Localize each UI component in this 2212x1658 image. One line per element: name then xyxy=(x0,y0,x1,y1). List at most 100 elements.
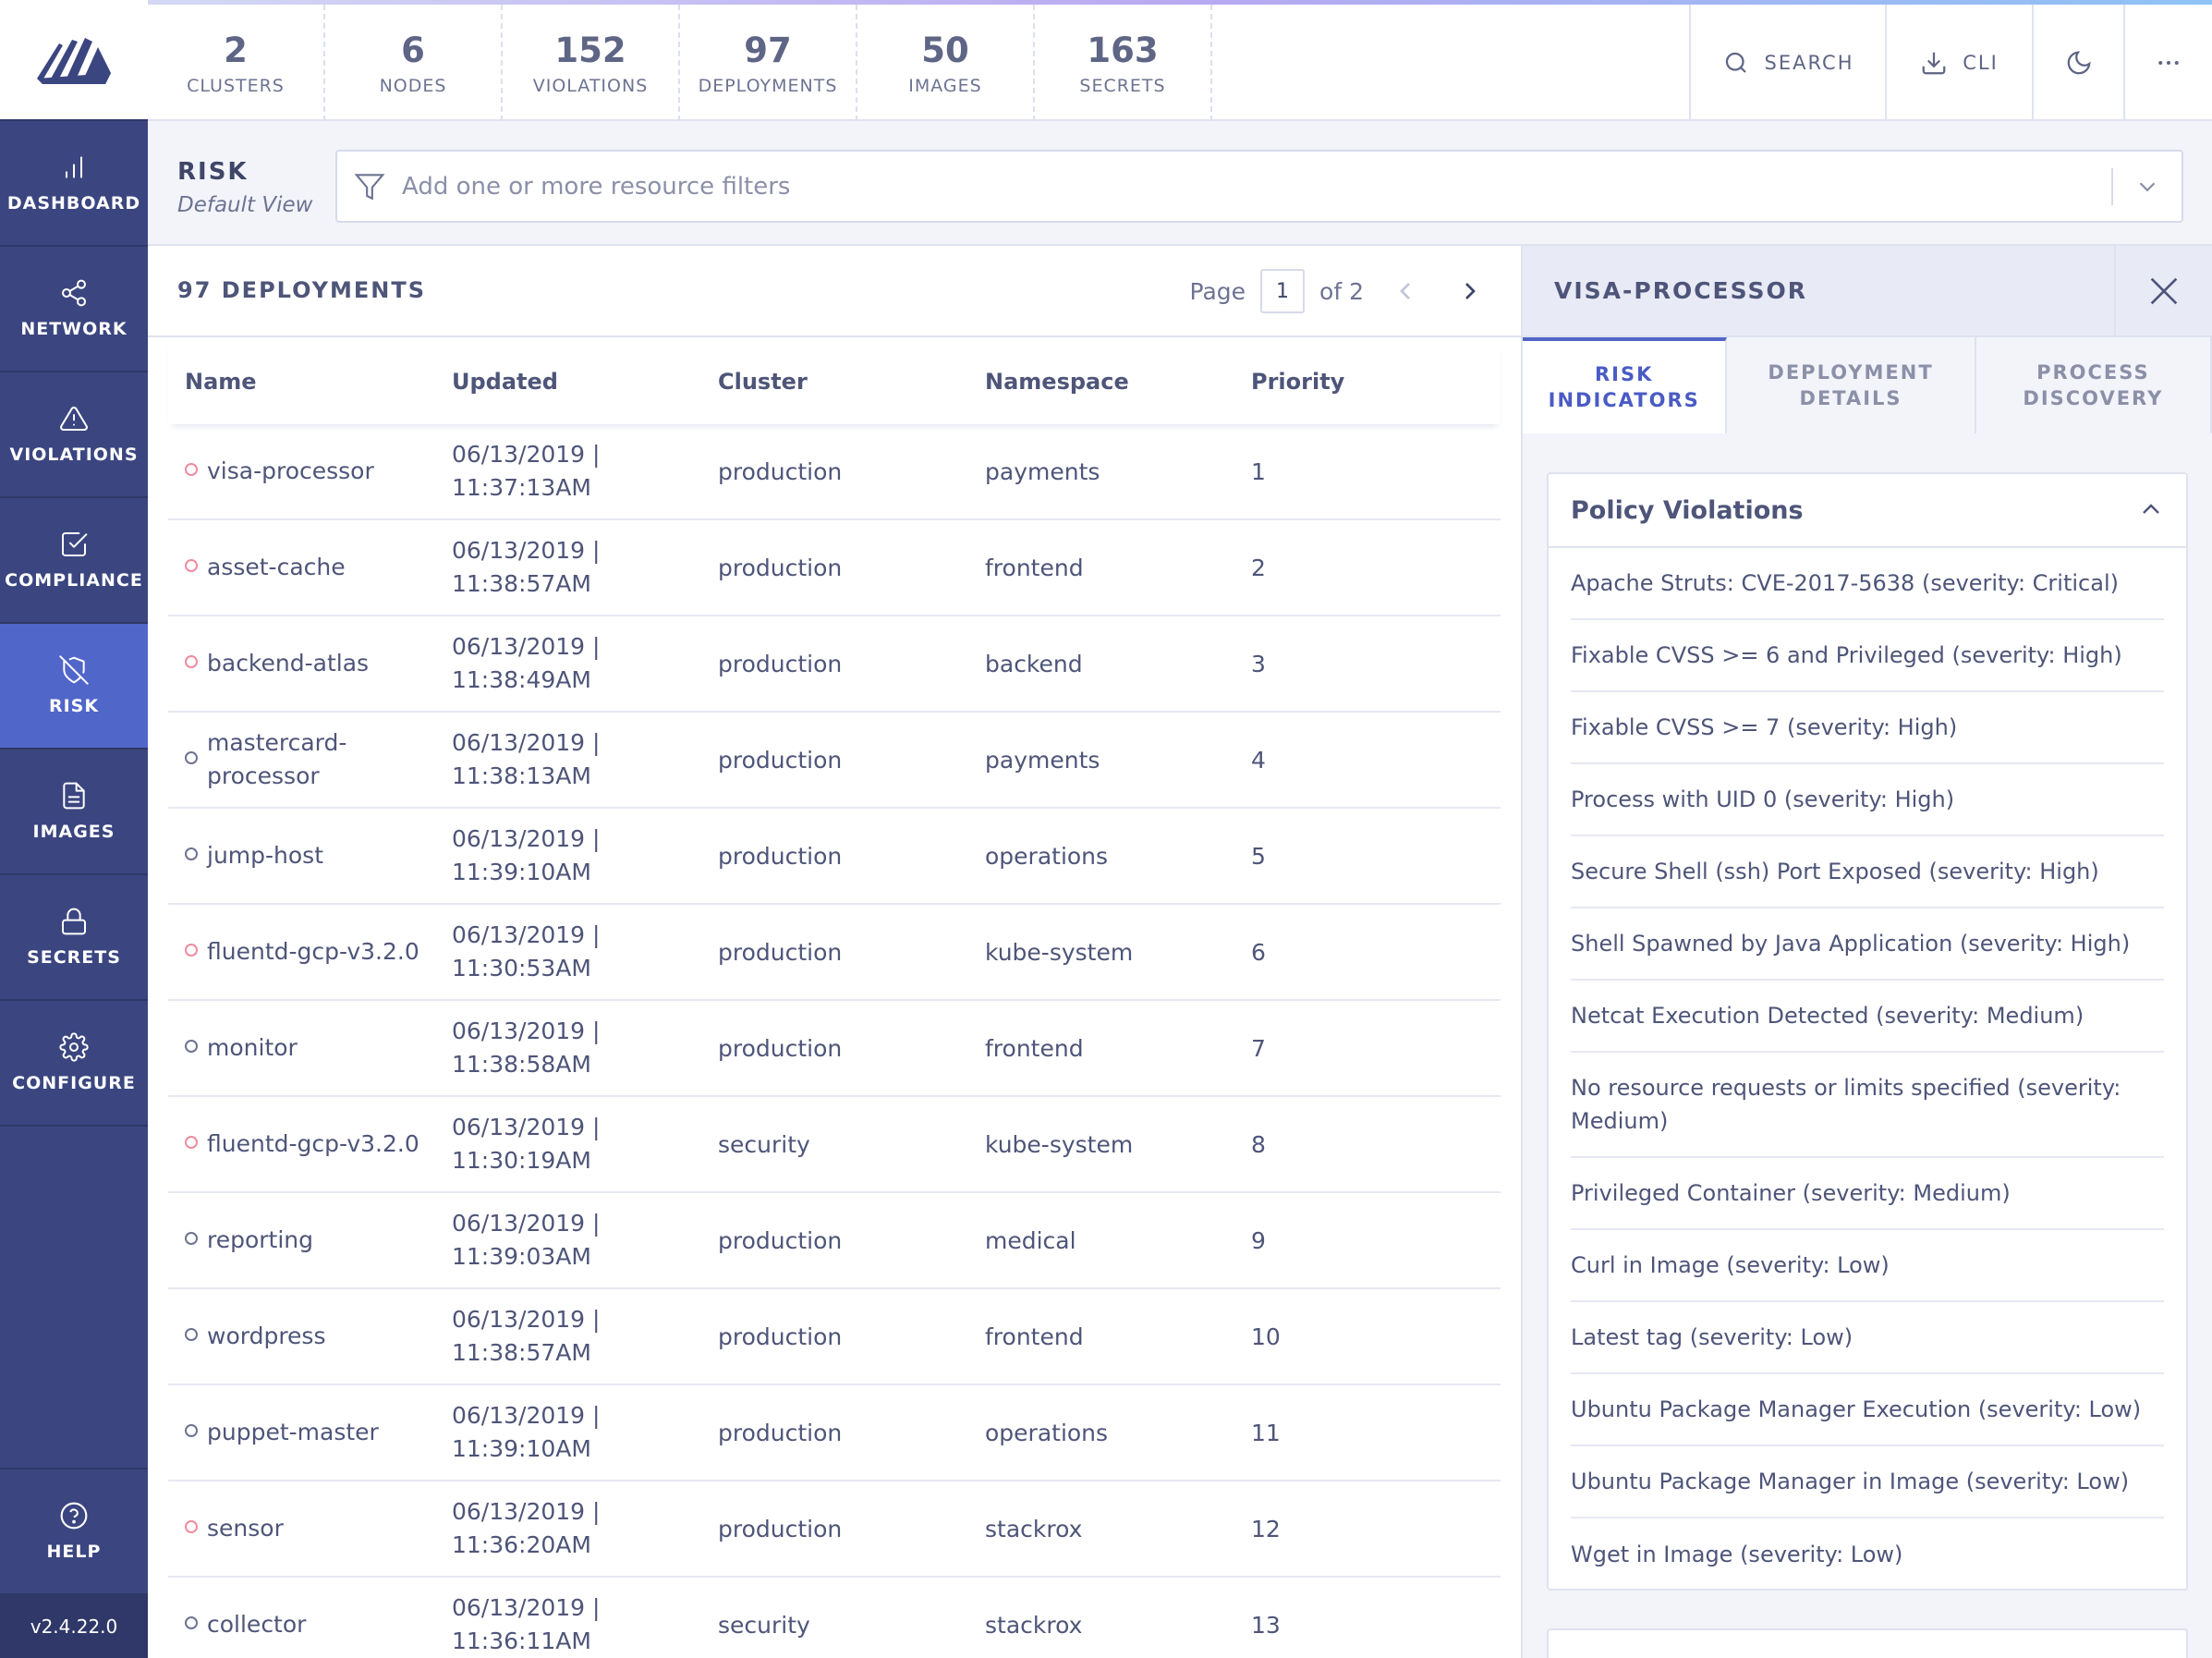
table-row[interactable]: backend-atlas 06/13/2019 | 11:38:49AM produ… xyxy=(168,616,1501,713)
nav-item-label: NETWORK xyxy=(20,319,128,339)
resource-filter[interactable] xyxy=(335,150,2183,223)
tab-label-line: DISCOVERY xyxy=(2023,387,2164,409)
nav-item-network[interactable]: NETWORK xyxy=(0,247,148,372)
nav-item-dashboard[interactable]: DASHBOARD xyxy=(0,121,148,247)
updated-date: 06/13/2019 | xyxy=(452,1210,601,1237)
logo[interactable] xyxy=(0,0,148,121)
deployment-side-panel: VISA-PROCESSOR RISK INDICATORS DEPLOYMENT… xyxy=(1521,246,2212,1658)
risk-indicator-dot xyxy=(185,1136,198,1149)
cli-download-button[interactable]: CLI xyxy=(1885,5,2032,121)
column-header-cluster[interactable]: Cluster xyxy=(718,369,808,395)
column-header-namespace[interactable]: Namespace xyxy=(985,369,1129,395)
cell-updated: 06/13/2019 | 11:38:13AM xyxy=(452,713,692,807)
cell-cluster: production xyxy=(718,1226,843,1254)
cell-updated: 06/13/2019 | 11:38:49AM xyxy=(452,616,692,711)
deployments-table-body: visa-processor 06/13/2019 | 11:37:13AM prod… xyxy=(148,424,1521,1658)
summary-count: 50 xyxy=(921,30,969,70)
updated-time: 11:36:11AM xyxy=(452,1628,591,1654)
summary-tile-images[interactable]: 50 IMAGES xyxy=(857,5,1035,121)
column-header-priority[interactable]: Priority xyxy=(1251,369,1344,395)
table-row[interactable]: collector 06/13/2019 | 11:36:11AM security s… xyxy=(168,1578,1501,1658)
nav-item-label: HELP xyxy=(46,1542,102,1562)
table-row[interactable]: mastercard-processor 06/13/2019 | 11:38:13… xyxy=(168,713,1501,809)
nav-item-compliance[interactable]: COMPLIANCE xyxy=(0,498,148,624)
table-row[interactable]: puppet-master 06/13/2019 | 11:39:10AM produ… xyxy=(168,1385,1501,1481)
resource-filter-input[interactable] xyxy=(402,172,2111,201)
nav-item-configure[interactable]: CONFIGURE xyxy=(0,1001,148,1127)
side-panel-title: VISA-PROCESSOR xyxy=(1554,277,1808,304)
table-row[interactable]: wordpress 06/13/2019 | 11:38:57AM productio… xyxy=(168,1289,1501,1385)
summary-tile-deployments[interactable]: 97 DEPLOYMENTS xyxy=(680,5,857,121)
summary-tile-nodes[interactable]: 6 NODES xyxy=(325,5,503,121)
risk-indicator-dot xyxy=(185,751,198,764)
policy-violation-item: Netcat Execution Detected (severity: Med… xyxy=(1571,981,2164,1053)
risk-indicator-dot xyxy=(185,463,198,476)
summary-label: NODES xyxy=(379,75,447,96)
nav-item-violations[interactable]: VIOLATIONS xyxy=(0,372,148,498)
deployment-name: wordpress xyxy=(207,1323,326,1349)
lock-icon xyxy=(62,908,86,935)
updated-date: 06/13/2019 | xyxy=(452,1498,601,1525)
next-page-button[interactable] xyxy=(1447,268,1493,314)
nav-item-help[interactable]: HELP xyxy=(0,1468,148,1595)
nav-item-images[interactable]: IMAGES xyxy=(0,750,148,875)
cell-updated: 06/13/2019 | 11:36:20AM xyxy=(452,1481,692,1576)
table-row[interactable]: fluentd-gcp-v3.2.0 06/13/2019 | 11:30:19AM… xyxy=(168,1097,1501,1193)
policy-violation-item: Ubuntu Package Manager in Image (severit… xyxy=(1571,1446,2164,1518)
more-options-button[interactable] xyxy=(2123,5,2212,121)
table-row[interactable]: monitor 06/13/2019 | 11:38:58AM production f… xyxy=(168,1001,1501,1097)
nav-item-risk[interactable]: RISK xyxy=(0,624,148,750)
summary-count: 2 xyxy=(224,30,248,70)
tab-label-line: RISK xyxy=(1595,363,1654,385)
page-label: Page xyxy=(1189,277,1246,305)
cell-namespace: kube-system xyxy=(985,1130,1134,1158)
theme-toggle-button[interactable] xyxy=(2032,5,2123,121)
cell-updated: 06/13/2019 | 11:30:19AM xyxy=(452,1097,692,1191)
previous-page-button[interactable] xyxy=(1382,268,1428,314)
nav-item-label: VIOLATIONS xyxy=(9,445,139,465)
page-number-input[interactable] xyxy=(1260,269,1306,313)
bar-chart-icon xyxy=(66,156,82,178)
risk-indicator-dot xyxy=(185,655,198,668)
policy-violations-header[interactable]: Policy Violations xyxy=(1549,474,2186,548)
deployment-name: backend-atlas xyxy=(207,650,370,677)
nav-item-secrets[interactable]: SECRETS xyxy=(0,875,148,1001)
policy-violations-title: Policy Violations xyxy=(1571,496,1804,525)
top-bar: 2 CLUSTERS 6 NODES 152 VIOLATIONS 97 DEPLOYMENT… xyxy=(148,0,2212,121)
close-panel-button[interactable] xyxy=(2114,246,2212,335)
summary-tile-violations[interactable]: 152 VIOLATIONS xyxy=(503,5,680,121)
tab-risk-indicators[interactable]: RISK INDICATORS xyxy=(1523,337,1728,433)
updated-date: 06/13/2019 | xyxy=(452,1402,601,1429)
chevron-up-icon[interactable] xyxy=(2136,494,2166,524)
table-row[interactable]: reporting 06/13/2019 | 11:39:03AM productio… xyxy=(168,1193,1501,1289)
filter-dropdown-button[interactable] xyxy=(2113,173,2182,201)
table-row[interactable]: fluentd-gcp-v3.2.0 06/13/2019 | 11:30:53AM… xyxy=(168,905,1501,1001)
updated-date: 06/13/2019 | xyxy=(452,537,601,564)
cell-priority: 3 xyxy=(1251,650,1266,677)
deployment-name: visa-processor xyxy=(207,457,374,484)
risk-indicator-dot xyxy=(185,559,198,572)
column-header-updated[interactable]: Updated xyxy=(452,369,558,395)
column-header-name[interactable]: Name xyxy=(185,369,257,395)
tab-deployment-details[interactable]: DEPLOYMENT DETAILS xyxy=(1727,337,1976,433)
summary-tile-clusters[interactable]: 2 CLUSTERS xyxy=(148,5,325,121)
table-row[interactable]: asset-cache 06/13/2019 | 11:38:57AM product… xyxy=(168,520,1501,616)
table-row[interactable]: visa-processor 06/13/2019 | 11:37:13AM prod… xyxy=(168,424,1501,520)
updated-time: 11:30:53AM xyxy=(452,955,591,981)
cli-button-label: CLI xyxy=(1963,52,1999,74)
chevron-left-icon xyxy=(1400,283,1410,299)
version-label: v2.4.22.0 xyxy=(0,1595,148,1658)
table-row[interactable]: sensor 06/13/2019 | 11:36:20AM production st… xyxy=(168,1481,1501,1578)
moon-icon xyxy=(2067,51,2091,75)
updated-time: 11:39:03AM xyxy=(452,1243,591,1270)
page-header: RISK Default View xyxy=(148,121,2212,246)
summary-tile-secrets[interactable]: 163 SECRETS xyxy=(1035,5,1212,121)
table-row[interactable]: jump-host 06/13/2019 | 11:39:10AM productio… xyxy=(168,809,1501,905)
more-horizontal-icon xyxy=(2158,61,2179,65)
search-button[interactable]: SEARCH xyxy=(1689,5,1885,121)
cell-cluster: production xyxy=(718,746,843,774)
risk-indicator-dot xyxy=(185,1328,198,1341)
tab-process-discovery[interactable]: PROCESS DISCOVERY xyxy=(1975,337,2212,433)
updated-date: 06/13/2019 | xyxy=(452,1594,601,1621)
nav-item-label: DASHBOARD xyxy=(6,193,141,213)
